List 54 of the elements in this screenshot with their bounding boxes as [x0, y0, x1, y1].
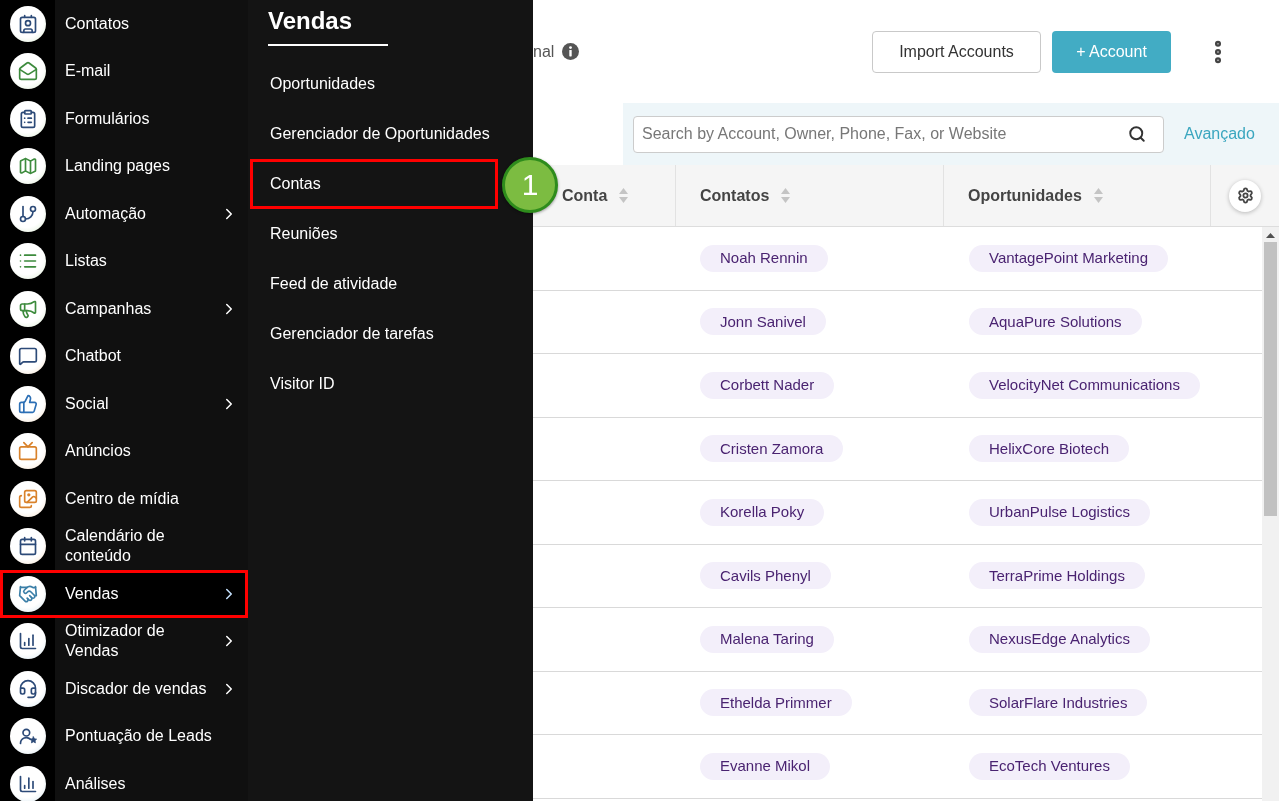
list-icon: [10, 243, 46, 280]
megaphone-icon: [10, 290, 46, 327]
thumbs-up-icon: [10, 385, 46, 422]
settings-icon[interactable]: [1229, 179, 1261, 212]
scroll-up-arrow-icon[interactable]: [1266, 233, 1275, 238]
scrollbar-thumb[interactable]: [1264, 242, 1277, 516]
calendar-icon: [10, 528, 46, 565]
sidebar-item[interactable]: Vendas: [0, 570, 248, 618]
column-header[interactable]: Contatos: [700, 183, 770, 208]
opportunity-chip[interactable]: VantagePoint Marketing: [969, 244, 1168, 272]
submenu-item[interactable]: Gerenciador de tarefas: [250, 309, 498, 359]
contact-book-icon: [10, 5, 46, 42]
bar-chart-icon: [10, 765, 46, 801]
contact-chip[interactable]: Cavils Phenyl: [700, 562, 831, 590]
contact-chip[interactable]: Malena Taring: [700, 625, 834, 653]
contact-chip[interactable]: Jonn Sanivel: [700, 308, 826, 336]
branch-icon: [10, 195, 46, 232]
column-header[interactable]: Conta: [562, 183, 608, 208]
open-envelope-icon: [10, 53, 46, 90]
search-icon[interactable]: [1128, 124, 1146, 143]
info-icon[interactable]: [562, 43, 580, 60]
opportunity-chip[interactable]: NexusEdge Analytics: [969, 625, 1150, 653]
handshake-icon: [10, 575, 46, 612]
submenu-item[interactable]: Feed de atividade: [250, 259, 498, 309]
import-button[interactable]: Import Accounts: [872, 30, 1041, 73]
opportunity-chip[interactable]: SolarFlare Industries: [969, 689, 1148, 717]
tv-icon: [10, 433, 46, 470]
opportunity-chip[interactable]: VelocityNet Communications: [969, 371, 1200, 399]
contact-chip[interactable]: Korella Poky: [700, 498, 825, 526]
submenu-item[interactable]: Oportunidades: [250, 59, 498, 109]
clipboard-icon: [10, 100, 46, 137]
headset-icon: [10, 670, 46, 707]
opportunity-chip[interactable]: HelixCore Biotech: [969, 435, 1130, 463]
submenu-item[interactable]: Reuniões: [250, 209, 498, 259]
search-field[interactable]: Search by Account, Owner, Phone, Fax, or Website: [633, 115, 1164, 153]
contact-chip[interactable]: Noah Rennin: [700, 244, 828, 272]
contact-chip[interactable]: Corbett Nader: [700, 371, 835, 399]
chat-bubble-icon: [10, 338, 46, 375]
submenu-item[interactable]: Visitor ID: [250, 359, 498, 409]
contact-chip[interactable]: Ethelda Primmer: [700, 689, 852, 717]
opportunity-chip[interactable]: UrbanPulse Logistics: [969, 498, 1150, 526]
submenu-item[interactable]: Gerenciador de Oportunidades: [250, 109, 498, 159]
images-icon: [10, 480, 46, 517]
column-header[interactable]: Oportunidades: [968, 183, 1082, 208]
map-icon: [10, 148, 46, 185]
opportunity-chip[interactable]: AquaPure Solutions: [969, 308, 1142, 336]
submenu-title: Vendas: [268, 0, 388, 46]
submenu-item[interactable]: Contas: [250, 159, 498, 209]
contact-chip[interactable]: Cristen Zamora: [700, 435, 844, 463]
opportunity-chip[interactable]: EcoTech Ventures: [969, 752, 1130, 780]
contact-chip[interactable]: Evanne Mikol: [700, 752, 831, 780]
rising-bar-chart-icon: [10, 623, 46, 660]
opportunity-chip[interactable]: TerraPrime Holdings: [969, 562, 1145, 590]
back-link[interactable]: nal: [533, 39, 555, 64]
